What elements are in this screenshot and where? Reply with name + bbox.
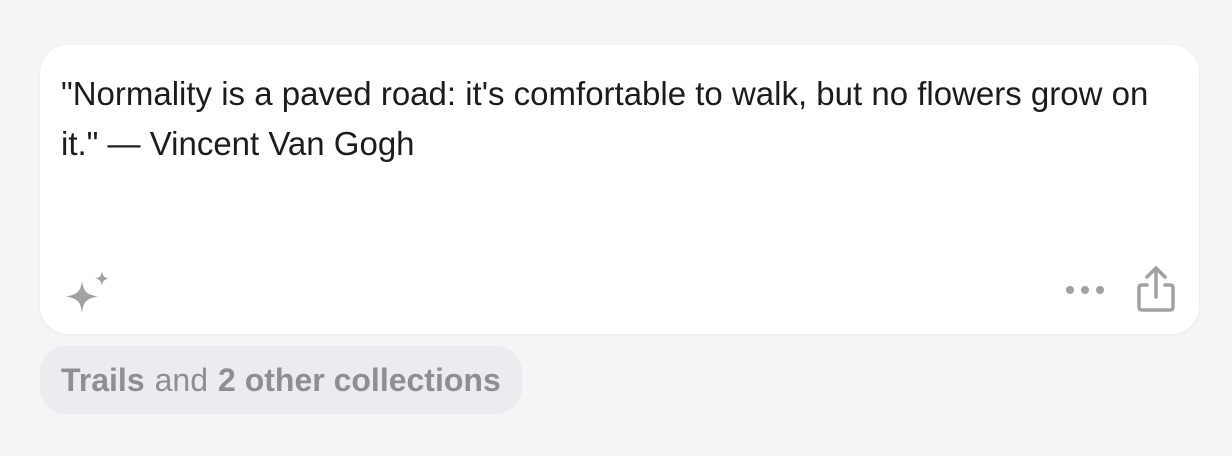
more-icon[interactable] xyxy=(1064,278,1106,302)
quote-text: "Normality is a paved road: it's comfort… xyxy=(61,75,1149,162)
collection-primary: Trails xyxy=(61,361,145,398)
quote-card[interactable]: "Normality is a paved road: it's comfort… xyxy=(40,45,1199,334)
collection-connector: and xyxy=(154,361,208,398)
collection-others: 2 other collections xyxy=(218,361,501,398)
share-icon[interactable] xyxy=(1134,265,1178,315)
sparkle-icon[interactable] xyxy=(60,269,112,317)
collections-pill[interactable]: Trails and 2 other collections xyxy=(40,346,522,414)
